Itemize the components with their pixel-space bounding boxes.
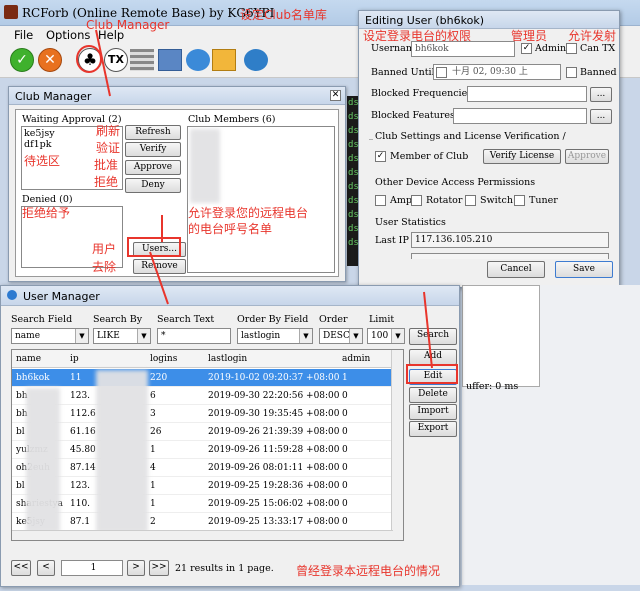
annotation-verify: 验证 xyxy=(96,141,121,155)
arrow-club-manager xyxy=(95,29,111,97)
annotation-callsigns: 的电台呼号名单 xyxy=(188,222,273,236)
annotation-history: 曾经登录本远程电台的情况 xyxy=(296,564,441,578)
annotation-club-manager: Club Manager xyxy=(86,18,170,32)
annotation-deny: 拒绝 xyxy=(94,175,119,189)
highlight-club-icon xyxy=(76,45,102,73)
arrow-user-manager xyxy=(149,251,169,305)
annotation-arrows xyxy=(76,29,458,384)
annotation-admin: 管理员 xyxy=(511,29,548,43)
annotation-set-club-db: 设定Club名单库 xyxy=(240,8,327,22)
annotation-denied: 拒绝给予 xyxy=(22,206,71,220)
annotation-remove: 去除 xyxy=(92,260,117,274)
annotation-user: 用户 xyxy=(92,242,117,256)
highlight-users-button xyxy=(127,237,181,257)
annotation-allowed: 允许登录您的远程电台 xyxy=(188,206,309,220)
annotation-pending: 待选区 xyxy=(24,154,61,168)
annotation-refresh: 刷新 xyxy=(96,124,121,138)
annotation-approve: 批准 xyxy=(94,158,119,172)
annotation-set-rights: 设定登录电台的权限 xyxy=(363,29,472,43)
annotation-allow-tx: 允许发射 xyxy=(568,29,617,43)
arrow-edit xyxy=(423,291,433,369)
